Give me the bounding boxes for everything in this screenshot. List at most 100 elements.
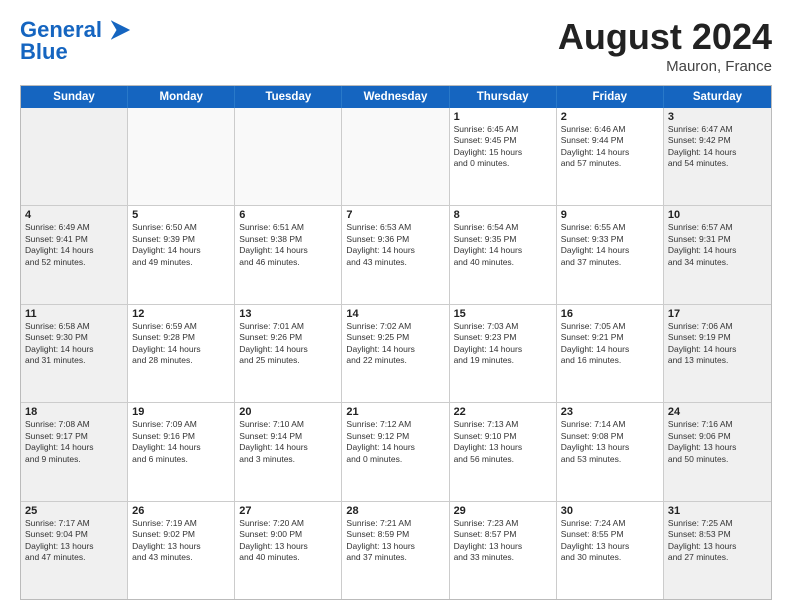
day-number: 22 bbox=[454, 406, 552, 418]
day-number: 27 bbox=[239, 505, 337, 517]
day-number: 8 bbox=[454, 209, 552, 221]
cal-cell-27: 27Sunrise: 7:20 AM Sunset: 9:00 PM Dayli… bbox=[235, 502, 342, 599]
header-day-friday: Friday bbox=[557, 86, 664, 108]
cal-cell-11: 11Sunrise: 6:58 AM Sunset: 9:30 PM Dayli… bbox=[21, 305, 128, 402]
day-number: 6 bbox=[239, 209, 337, 221]
day-number: 17 bbox=[668, 308, 767, 320]
cal-cell-23: 23Sunrise: 7:14 AM Sunset: 9:08 PM Dayli… bbox=[557, 403, 664, 500]
header-day-thursday: Thursday bbox=[450, 86, 557, 108]
cal-cell-18: 18Sunrise: 7:08 AM Sunset: 9:17 PM Dayli… bbox=[21, 403, 128, 500]
day-number: 18 bbox=[25, 406, 123, 418]
day-number: 26 bbox=[132, 505, 230, 517]
day-number: 19 bbox=[132, 406, 230, 418]
cal-cell-10: 10Sunrise: 6:57 AM Sunset: 9:31 PM Dayli… bbox=[664, 206, 771, 303]
cal-cell-22: 22Sunrise: 7:13 AM Sunset: 9:10 PM Dayli… bbox=[450, 403, 557, 500]
header-day-monday: Monday bbox=[128, 86, 235, 108]
header-day-tuesday: Tuesday bbox=[235, 86, 342, 108]
day-info: Sunrise: 7:19 AM Sunset: 9:02 PM Dayligh… bbox=[132, 518, 230, 564]
day-number: 28 bbox=[346, 505, 444, 517]
day-info: Sunrise: 7:14 AM Sunset: 9:08 PM Dayligh… bbox=[561, 419, 659, 465]
day-info: Sunrise: 6:47 AM Sunset: 9:42 PM Dayligh… bbox=[668, 124, 767, 170]
day-info: Sunrise: 7:23 AM Sunset: 8:57 PM Dayligh… bbox=[454, 518, 552, 564]
cal-cell-5: 5Sunrise: 6:50 AM Sunset: 9:39 PM Daylig… bbox=[128, 206, 235, 303]
cal-cell-20: 20Sunrise: 7:10 AM Sunset: 9:14 PM Dayli… bbox=[235, 403, 342, 500]
day-info: Sunrise: 6:49 AM Sunset: 9:41 PM Dayligh… bbox=[25, 222, 123, 268]
day-number: 7 bbox=[346, 209, 444, 221]
cal-cell-2: 2Sunrise: 6:46 AM Sunset: 9:44 PM Daylig… bbox=[557, 108, 664, 205]
day-number: 31 bbox=[668, 505, 767, 517]
day-number: 10 bbox=[668, 209, 767, 221]
day-number: 9 bbox=[561, 209, 659, 221]
day-number: 2 bbox=[561, 111, 659, 123]
day-info: Sunrise: 6:53 AM Sunset: 9:36 PM Dayligh… bbox=[346, 222, 444, 268]
day-info: Sunrise: 7:21 AM Sunset: 8:59 PM Dayligh… bbox=[346, 518, 444, 564]
day-number: 23 bbox=[561, 406, 659, 418]
location: Mauron, France bbox=[558, 58, 772, 75]
cal-cell-8: 8Sunrise: 6:54 AM Sunset: 9:35 PM Daylig… bbox=[450, 206, 557, 303]
month-title: August 2024 bbox=[558, 16, 772, 58]
calendar-body: 1Sunrise: 6:45 AM Sunset: 9:45 PM Daylig… bbox=[21, 108, 771, 599]
cal-cell-28: 28Sunrise: 7:21 AM Sunset: 8:59 PM Dayli… bbox=[342, 502, 449, 599]
day-info: Sunrise: 7:10 AM Sunset: 9:14 PM Dayligh… bbox=[239, 419, 337, 465]
cal-cell-empty-0-0 bbox=[21, 108, 128, 205]
header-day-wednesday: Wednesday bbox=[342, 86, 449, 108]
cal-cell-3: 3Sunrise: 6:47 AM Sunset: 9:42 PM Daylig… bbox=[664, 108, 771, 205]
day-info: Sunrise: 7:16 AM Sunset: 9:06 PM Dayligh… bbox=[668, 419, 767, 465]
cal-cell-30: 30Sunrise: 7:24 AM Sunset: 8:55 PM Dayli… bbox=[557, 502, 664, 599]
day-number: 11 bbox=[25, 308, 123, 320]
cal-cell-15: 15Sunrise: 7:03 AM Sunset: 9:23 PM Dayli… bbox=[450, 305, 557, 402]
day-number: 3 bbox=[668, 111, 767, 123]
week-row-2: 11Sunrise: 6:58 AM Sunset: 9:30 PM Dayli… bbox=[21, 305, 771, 403]
day-number: 1 bbox=[454, 111, 552, 123]
day-info: Sunrise: 6:54 AM Sunset: 9:35 PM Dayligh… bbox=[454, 222, 552, 268]
day-number: 24 bbox=[668, 406, 767, 418]
cal-cell-29: 29Sunrise: 7:23 AM Sunset: 8:57 PM Dayli… bbox=[450, 502, 557, 599]
day-info: Sunrise: 7:24 AM Sunset: 8:55 PM Dayligh… bbox=[561, 518, 659, 564]
title-block: August 2024 Mauron, France bbox=[558, 16, 772, 75]
calendar: SundayMondayTuesdayWednesdayThursdayFrid… bbox=[20, 85, 772, 600]
day-number: 14 bbox=[346, 308, 444, 320]
page: General Blue August 2024 Mauron, France … bbox=[0, 0, 792, 612]
day-info: Sunrise: 6:46 AM Sunset: 9:44 PM Dayligh… bbox=[561, 124, 659, 170]
day-info: Sunrise: 6:59 AM Sunset: 9:28 PM Dayligh… bbox=[132, 321, 230, 367]
week-row-4: 25Sunrise: 7:17 AM Sunset: 9:04 PM Dayli… bbox=[21, 502, 771, 599]
day-number: 16 bbox=[561, 308, 659, 320]
calendar-header: SundayMondayTuesdayWednesdayThursdayFrid… bbox=[21, 86, 771, 108]
day-number: 25 bbox=[25, 505, 123, 517]
header-day-sunday: Sunday bbox=[21, 86, 128, 108]
day-info: Sunrise: 6:58 AM Sunset: 9:30 PM Dayligh… bbox=[25, 321, 123, 367]
cal-cell-empty-0-1 bbox=[128, 108, 235, 205]
week-row-0: 1Sunrise: 6:45 AM Sunset: 9:45 PM Daylig… bbox=[21, 108, 771, 206]
header: General Blue August 2024 Mauron, France bbox=[20, 16, 772, 75]
logo-icon bbox=[104, 16, 132, 44]
day-info: Sunrise: 6:57 AM Sunset: 9:31 PM Dayligh… bbox=[668, 222, 767, 268]
cal-cell-21: 21Sunrise: 7:12 AM Sunset: 9:12 PM Dayli… bbox=[342, 403, 449, 500]
day-info: Sunrise: 6:55 AM Sunset: 9:33 PM Dayligh… bbox=[561, 222, 659, 268]
week-row-1: 4Sunrise: 6:49 AM Sunset: 9:41 PM Daylig… bbox=[21, 206, 771, 304]
day-info: Sunrise: 7:01 AM Sunset: 9:26 PM Dayligh… bbox=[239, 321, 337, 367]
day-info: Sunrise: 7:17 AM Sunset: 9:04 PM Dayligh… bbox=[25, 518, 123, 564]
day-info: Sunrise: 7:20 AM Sunset: 9:00 PM Dayligh… bbox=[239, 518, 337, 564]
day-number: 29 bbox=[454, 505, 552, 517]
day-info: Sunrise: 6:51 AM Sunset: 9:38 PM Dayligh… bbox=[239, 222, 337, 268]
day-info: Sunrise: 7:25 AM Sunset: 8:53 PM Dayligh… bbox=[668, 518, 767, 564]
cal-cell-31: 31Sunrise: 7:25 AM Sunset: 8:53 PM Dayli… bbox=[664, 502, 771, 599]
day-info: Sunrise: 7:08 AM Sunset: 9:17 PM Dayligh… bbox=[25, 419, 123, 465]
day-info: Sunrise: 7:12 AM Sunset: 9:12 PM Dayligh… bbox=[346, 419, 444, 465]
day-number: 15 bbox=[454, 308, 552, 320]
day-info: Sunrise: 7:09 AM Sunset: 9:16 PM Dayligh… bbox=[132, 419, 230, 465]
week-row-3: 18Sunrise: 7:08 AM Sunset: 9:17 PM Dayli… bbox=[21, 403, 771, 501]
day-number: 13 bbox=[239, 308, 337, 320]
cal-cell-17: 17Sunrise: 7:06 AM Sunset: 9:19 PM Dayli… bbox=[664, 305, 771, 402]
header-day-saturday: Saturday bbox=[664, 86, 771, 108]
logo: General Blue bbox=[20, 16, 132, 64]
cal-cell-empty-0-3 bbox=[342, 108, 449, 205]
day-number: 30 bbox=[561, 505, 659, 517]
cal-cell-9: 9Sunrise: 6:55 AM Sunset: 9:33 PM Daylig… bbox=[557, 206, 664, 303]
day-number: 20 bbox=[239, 406, 337, 418]
day-info: Sunrise: 7:02 AM Sunset: 9:25 PM Dayligh… bbox=[346, 321, 444, 367]
day-number: 21 bbox=[346, 406, 444, 418]
cal-cell-6: 6Sunrise: 6:51 AM Sunset: 9:38 PM Daylig… bbox=[235, 206, 342, 303]
day-number: 4 bbox=[25, 209, 123, 221]
cal-cell-1: 1Sunrise: 6:45 AM Sunset: 9:45 PM Daylig… bbox=[450, 108, 557, 205]
